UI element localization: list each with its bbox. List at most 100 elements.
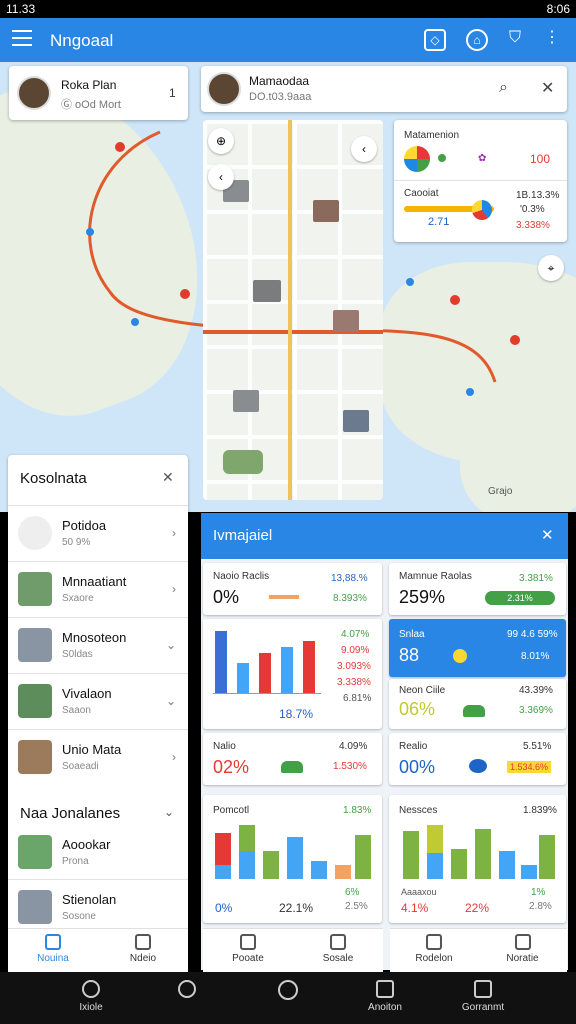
home-icon[interactable]: ⌂ (466, 29, 488, 51)
collapse-icon[interactable]: ‹ (351, 136, 377, 162)
metric-card[interactable]: Realio 00% 5.51% 1.534.6% (389, 733, 566, 785)
lock-icon (18, 516, 52, 550)
bar (237, 663, 249, 693)
park (223, 450, 263, 474)
stats-top-value: 100 (530, 152, 551, 166)
tab-home[interactable]: Nouina (8, 928, 98, 972)
metric-card[interactable]: Mamnue Raolas 259% 3.381% 2.31% (389, 563, 566, 615)
nav-item[interactable] (162, 980, 212, 1002)
close-icon[interactable]: ✕ (541, 78, 554, 98)
chevron-right-icon: › (172, 750, 176, 764)
search-title: Mamaodaa (249, 74, 310, 88)
image-icon[interactable]: ◇ (424, 29, 446, 51)
chart-stat: 6.81% (343, 693, 372, 704)
metric-value: 00% (399, 757, 436, 777)
bar-chart-card[interactable]: Nessces 1.839% Aaaaxou 1% 4.1% 22% 2.8% (389, 795, 566, 923)
chevron-down-icon: ⌄ (165, 694, 176, 708)
more-vert-icon[interactable]: ⋮ (544, 29, 560, 51)
bar-chart-card[interactable]: Pomcotl 1.83% 6% 0% 22.1% 2.5% (203, 795, 382, 923)
chart-foot: 18.7% (279, 707, 314, 721)
tab-phone[interactable]: Ndeio (98, 928, 188, 972)
metric-card[interactable]: Neon Ciile 06% 43.39% 3.369% (389, 679, 566, 729)
list-item[interactable]: Mnosoteon S0ldas ⌄ (8, 617, 188, 673)
search-card[interactable]: Mamaodaa DO.t03.9aaa ⌕ ✕ (201, 66, 567, 112)
chart-foot: 0% (215, 901, 233, 915)
status-bar: 11.33 8:06 (0, 0, 576, 18)
list-thumbnail (18, 835, 52, 869)
flower-icon: ✿ (478, 153, 487, 164)
close-icon[interactable]: ✕ (541, 526, 554, 544)
metric-stat: 3.369% (519, 705, 553, 716)
list-thumbnail (18, 740, 52, 774)
hand-icon (330, 934, 346, 950)
chevron-down-icon[interactable]: ⌄ (164, 805, 174, 819)
nav-item[interactable] (263, 980, 313, 1004)
tab-label: Pooate (232, 953, 264, 964)
pen-icon (240, 934, 256, 950)
bar (521, 865, 537, 879)
bar-chart-card[interactable]: 4.07% 9.09% 3.093% 3.338% 6.81% 18.7% (203, 619, 382, 729)
metric-card-selected[interactable]: Snlaa 88 99 4.6 59% 8.01% (389, 619, 566, 677)
list-item-title: Potidoa (62, 518, 107, 533)
list-item[interactable]: Vivalaon Saaon ⌄ (8, 673, 188, 729)
back-icon[interactable]: ‹ (208, 164, 234, 190)
status-right-time: 8:06 (546, 2, 570, 16)
nav-label: Ixiole (79, 1002, 103, 1013)
nav-item[interactable]: Gorranmt (458, 980, 508, 1013)
status-badge: 1.534.6% (507, 761, 552, 773)
list-item[interactable]: Unio Mata Soaeadi › (8, 729, 188, 785)
tab-label: Nouina (37, 953, 69, 964)
close-icon[interactable]: ✕ (162, 469, 174, 486)
tab-rodelon[interactable]: Rodelon (390, 928, 478, 972)
bar (475, 829, 491, 879)
location-icon[interactable]: ⌖ (538, 255, 564, 281)
hamburger-menu-icon[interactable] (12, 30, 32, 46)
bar (259, 653, 271, 693)
bar (499, 851, 515, 879)
avatar (17, 76, 51, 110)
chart-label: Nessces (399, 805, 438, 816)
user-card[interactable]: Roka Plan Ⓖ oOd Mort 1 (9, 66, 188, 120)
list-item[interactable]: Mnnaatiant Sxaore › (8, 561, 188, 617)
shield-icon[interactable]: ⛉ (504, 29, 526, 51)
metric-card[interactable]: Nalio 02% 4.09% 1.530% (203, 733, 382, 785)
chart-stat: 6% (345, 887, 360, 898)
tab-sosale[interactable]: Sosale (293, 928, 383, 972)
compass-icon[interactable]: ⊕ (208, 128, 234, 154)
bar (539, 835, 555, 879)
list-thumbnail (18, 628, 52, 662)
stats-card[interactable]: Matamenion ✿ 100 Caooiat 2.71 1B.13.3% '… (394, 120, 567, 242)
list-item-title: Mnosoteon (62, 630, 127, 645)
search-icon[interactable]: ⌕ (499, 79, 508, 97)
metric-value: 02% (213, 757, 250, 777)
metric-stat: 99 4.6 59% (507, 629, 558, 640)
dashboard-title: Ivmajaiel (213, 527, 273, 544)
metric-stat: 3.381% (519, 573, 553, 584)
app-title: Nngoaal (50, 31, 114, 50)
metric-card[interactable]: Naoio Raclis 0% 13,88.% 8.393% (203, 563, 382, 615)
nav-item[interactable]: Ixiole (66, 980, 116, 1013)
map-attribution: Grajo (488, 486, 513, 497)
nav-item[interactable]: Anoiton (360, 980, 410, 1013)
user-name: Roka Plan (61, 78, 117, 92)
list-item[interactable]: Aoookar Prona (8, 825, 188, 881)
tab-pooate[interactable]: Pooate (203, 928, 293, 972)
building (333, 310, 359, 332)
user-count: 1 (169, 86, 176, 100)
city-map-panel[interactable]: ⊕ ‹ ‹ (203, 120, 383, 500)
list-item[interactable]: Stienolan Sosone (8, 879, 188, 935)
chart-foot: 22% (465, 901, 490, 915)
status-badge: 2.31% (485, 591, 555, 605)
section-title: Naa Jonalanes (20, 805, 121, 822)
map-view[interactable]: Roka Plan Ⓖ oOd Mort 1 Mamaodaa DO.t03.9… (0, 62, 576, 512)
metric-value: 259% (399, 587, 446, 607)
list-item-sub: 50 9% (62, 537, 91, 548)
status-time: 11.33 (6, 2, 36, 16)
tab-noratie[interactable]: Noratie (478, 928, 567, 972)
chat-icon (474, 980, 492, 998)
metric-stat: 8.393% (333, 593, 367, 604)
chart-icon (514, 934, 531, 950)
list-item[interactable]: Potidoa 50 9% › (8, 505, 188, 561)
avatar (207, 72, 241, 106)
person-group-icon (82, 980, 100, 998)
